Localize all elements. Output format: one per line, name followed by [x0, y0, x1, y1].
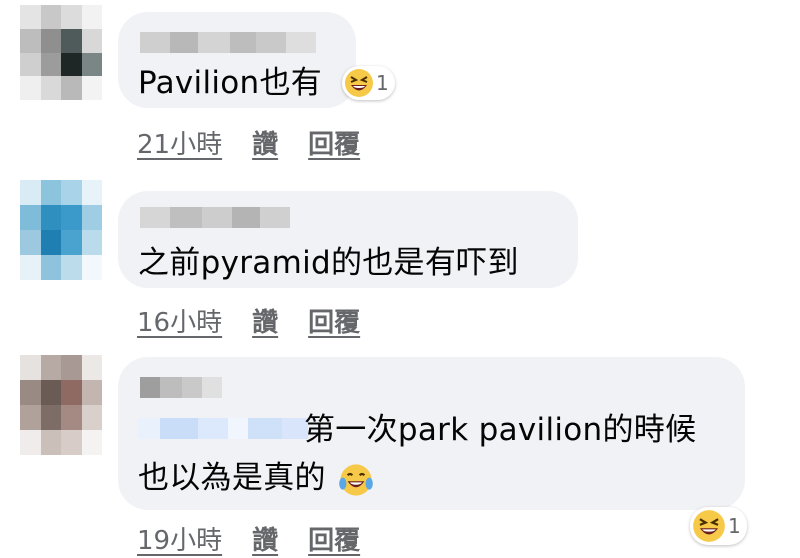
- comment-text: Pavilion也有: [138, 65, 323, 101]
- comment-bubble: 之前pyramid的也是有吓到: [118, 191, 578, 288]
- avatar[interactable]: [20, 5, 102, 100]
- like-button[interactable]: 讚: [252, 302, 278, 339]
- like-button[interactable]: 讚: [252, 520, 278, 557]
- mention-tag[interactable]: [138, 418, 308, 439]
- comment-text-line-2-text: 也以為是真的: [138, 460, 326, 496]
- comment-text-line-1: 第一次park pavilion的時候: [304, 412, 697, 448]
- reaction-count: 1: [376, 71, 389, 95]
- comment-actions: 19小時 讚 回覆: [137, 520, 360, 557]
- avatar[interactable]: [20, 355, 102, 455]
- timestamp[interactable]: 21小時: [137, 124, 222, 161]
- avatar[interactable]: [20, 180, 102, 280]
- laughing-emoji-icon: [345, 69, 373, 97]
- author-name-blurred[interactable]: [140, 32, 316, 53]
- laughing-emoji-icon: [693, 510, 725, 542]
- timestamp[interactable]: 19小時: [137, 520, 222, 557]
- comment-text-line-2: 也以為是真的: [138, 459, 374, 498]
- like-button[interactable]: 讚: [252, 124, 278, 161]
- comment-bubble: Pavilion也有: [118, 12, 356, 108]
- reaction-count: 1: [728, 514, 741, 538]
- comment-bubble: 第一次park pavilion的時候 也以為是真的: [118, 357, 745, 510]
- comment-actions: 16小時 讚 回覆: [137, 302, 360, 339]
- author-name-blurred[interactable]: [140, 207, 290, 228]
- comment-text: 之前pyramid的也是有吓到: [138, 245, 519, 281]
- reaction-badge[interactable]: 1: [690, 507, 747, 545]
- tears-of-joy-emoji-icon: [339, 463, 373, 496]
- reply-button[interactable]: 回覆: [308, 302, 360, 339]
- reply-button[interactable]: 回覆: [308, 520, 360, 557]
- reaction-badge[interactable]: 1: [342, 66, 395, 100]
- author-name-blurred[interactable]: [140, 377, 222, 398]
- reply-button[interactable]: 回覆: [308, 124, 360, 161]
- timestamp[interactable]: 16小時: [137, 302, 222, 339]
- comment-actions: 21小時 讚 回覆: [137, 124, 360, 161]
